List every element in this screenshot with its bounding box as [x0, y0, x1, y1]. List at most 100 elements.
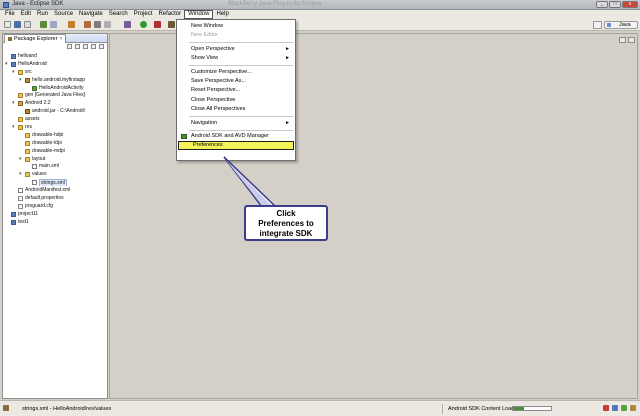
tree-item[interactable]: AndroidManifest.xml — [3, 186, 107, 194]
fast-view-icon[interactable] — [3, 405, 9, 411]
save-icon[interactable] — [14, 21, 21, 28]
progress-bar — [512, 406, 552, 411]
tree-item[interactable]: drawable-mdpi — [3, 147, 107, 155]
tree-item[interactable]: android.jar - C:\Android\ — [3, 107, 107, 115]
minimize-button[interactable]: _ — [596, 1, 608, 8]
maximize-view-icon[interactable] — [99, 44, 104, 49]
menu-refactor[interactable]: Refactor — [155, 10, 184, 19]
tree-item[interactable]: helloand — [3, 52, 107, 60]
tree-item[interactable]: drawable-hdpi — [3, 131, 107, 139]
menu-run[interactable]: Run — [34, 10, 51, 19]
status-icons — [603, 405, 636, 411]
new-package-icon[interactable] — [68, 21, 75, 28]
search-icon[interactable] — [104, 21, 111, 28]
debug-icon[interactable] — [124, 21, 131, 28]
collapse-arrow-icon[interactable]: ▾ — [19, 155, 22, 163]
open-task-icon[interactable] — [94, 21, 101, 28]
tree-item[interactable]: ▾ hello.android.myfirstapp — [3, 76, 107, 84]
open-type-icon[interactable] — [84, 21, 91, 28]
folder-icon — [18, 69, 23, 75]
tree-item[interactable]: gen [Generated Java Files] — [3, 91, 107, 99]
collapse-arrow-icon[interactable]: ▾ — [12, 123, 15, 131]
run-icon[interactable] — [140, 21, 147, 28]
info-icon[interactable] — [612, 405, 618, 411]
close-tab-icon[interactable]: × — [59, 36, 62, 42]
print-icon[interactable] — [24, 21, 31, 28]
tree-item-label: HelloAndroid — [18, 60, 47, 67]
open-perspective-button[interactable] — [593, 21, 602, 29]
minimize-editor-icon[interactable] — [619, 37, 626, 43]
tree-item[interactable]: main.xml — [3, 162, 107, 170]
tree-item[interactable]: proguard.cfg — [3, 202, 107, 210]
collapse-arrow-icon[interactable]: ▾ — [12, 99, 15, 107]
menu-item-new-editor[interactable]: New Editor — [177, 31, 295, 40]
tree-item[interactable]: test1 — [3, 218, 107, 226]
menu-item-close-perspective[interactable]: Close Perspective — [177, 96, 295, 105]
tree-item[interactable]: drawable-ldpi — [3, 139, 107, 147]
collapse-arrow-icon[interactable]: ▾ — [19, 170, 22, 178]
menu-bar: File Edit Run Source Navigate Search Pro… — [0, 10, 640, 19]
main-toolbar: Java — [0, 19, 640, 31]
tree-item-label: drawable-hdpi — [32, 131, 64, 138]
menu-item-new-window[interactable]: New Window — [177, 22, 295, 31]
menu-item-reset-perspective[interactable]: Reset Perspective... — [177, 86, 295, 95]
tree-item[interactable]: ▾ HelloAndroid — [3, 60, 107, 68]
menu-item-android-sdk-and-avd-manager[interactable]: Android SDK and AVD Manager — [177, 132, 295, 141]
menu-navigate[interactable]: Navigate — [76, 10, 106, 19]
menu-project[interactable]: Project — [131, 10, 156, 19]
error-icon[interactable] — [603, 405, 609, 411]
view-menu-icon[interactable] — [83, 44, 88, 49]
menu-source[interactable]: Source — [51, 10, 76, 19]
menu-search[interactable]: Search — [106, 10, 131, 19]
menu-help[interactable]: Help — [213, 10, 231, 19]
tree-item[interactable]: ▾ Android 2.2 — [3, 99, 107, 107]
collapse-arrow-icon[interactable]: ▾ — [19, 76, 22, 84]
new-icon[interactable] — [4, 21, 11, 28]
folder-icon — [18, 93, 23, 99]
xml-icon — [18, 188, 23, 194]
tree-item[interactable]: ▾ src — [3, 68, 107, 76]
tree-item[interactable]: ▾ layout — [3, 155, 107, 163]
menu-item-preferences[interactable]: Preferences — [178, 141, 294, 151]
tree-item-label: AndroidManifest.xml — [25, 187, 71, 194]
menu-item-customize-perspective[interactable]: Customize Perspective... — [177, 68, 295, 77]
tree-item[interactable]: strings.xml — [3, 178, 107, 187]
java-perspective-button[interactable]: Java — [604, 21, 638, 29]
menu-item-open-perspective[interactable]: Open Perspective ► — [177, 45, 295, 54]
new-java-class-icon[interactable] — [168, 21, 175, 28]
maximize-button[interactable]: □ — [609, 1, 621, 8]
proj-icon — [11, 54, 16, 59]
xml-icon — [32, 180, 37, 186]
tree-item[interactable]: assets — [3, 115, 107, 123]
menu-item-close-all-perspectives[interactable]: Close All Perspectives — [177, 105, 295, 114]
avd-manager-icon[interactable] — [50, 21, 57, 28]
close-button[interactable]: x — [622, 1, 638, 8]
tree-item[interactable]: project11 — [3, 210, 107, 218]
proj-icon — [11, 61, 16, 67]
android-status-icon[interactable] — [621, 405, 627, 411]
android-sdk-icon[interactable] — [40, 21, 47, 28]
tree-item[interactable]: HelloAndroidActivity — [3, 84, 107, 92]
menu-file[interactable]: File — [2, 10, 18, 19]
tree-item[interactable]: default.properties — [3, 194, 107, 202]
menu-edit[interactable]: Edit — [18, 10, 34, 19]
collapse-arrow-icon[interactable]: ▾ — [12, 68, 15, 76]
external-tools-icon[interactable] — [154, 21, 161, 28]
collapse-all-icon[interactable] — [67, 44, 72, 49]
link-with-editor-icon[interactable] — [75, 44, 80, 49]
menu-window[interactable]: Window — [184, 10, 214, 19]
menu-item-show-view[interactable]: Show View ► — [177, 54, 295, 63]
tree-item[interactable]: ▾ res — [3, 123, 107, 131]
menu-item-navigation[interactable]: Navigation ► — [177, 119, 295, 128]
instruction-callout: Click Preferences to integrate SDK — [244, 205, 328, 241]
minimize-view-icon[interactable] — [91, 44, 96, 49]
maximize-editor-icon[interactable] — [628, 37, 635, 43]
menu-separator — [189, 129, 293, 131]
progress-view-icon[interactable] — [630, 405, 636, 411]
menu-item-save-perspective-as[interactable]: Save Perspective As... — [177, 77, 295, 86]
collapse-arrow-icon[interactable]: ▾ — [5, 60, 8, 68]
package-explorer-tab[interactable]: Package Explorer × — [4, 34, 67, 43]
tree-item[interactable]: ▾ values — [3, 170, 107, 178]
window-controls: _ □ x — [596, 1, 638, 8]
pkg-icon — [25, 77, 30, 83]
